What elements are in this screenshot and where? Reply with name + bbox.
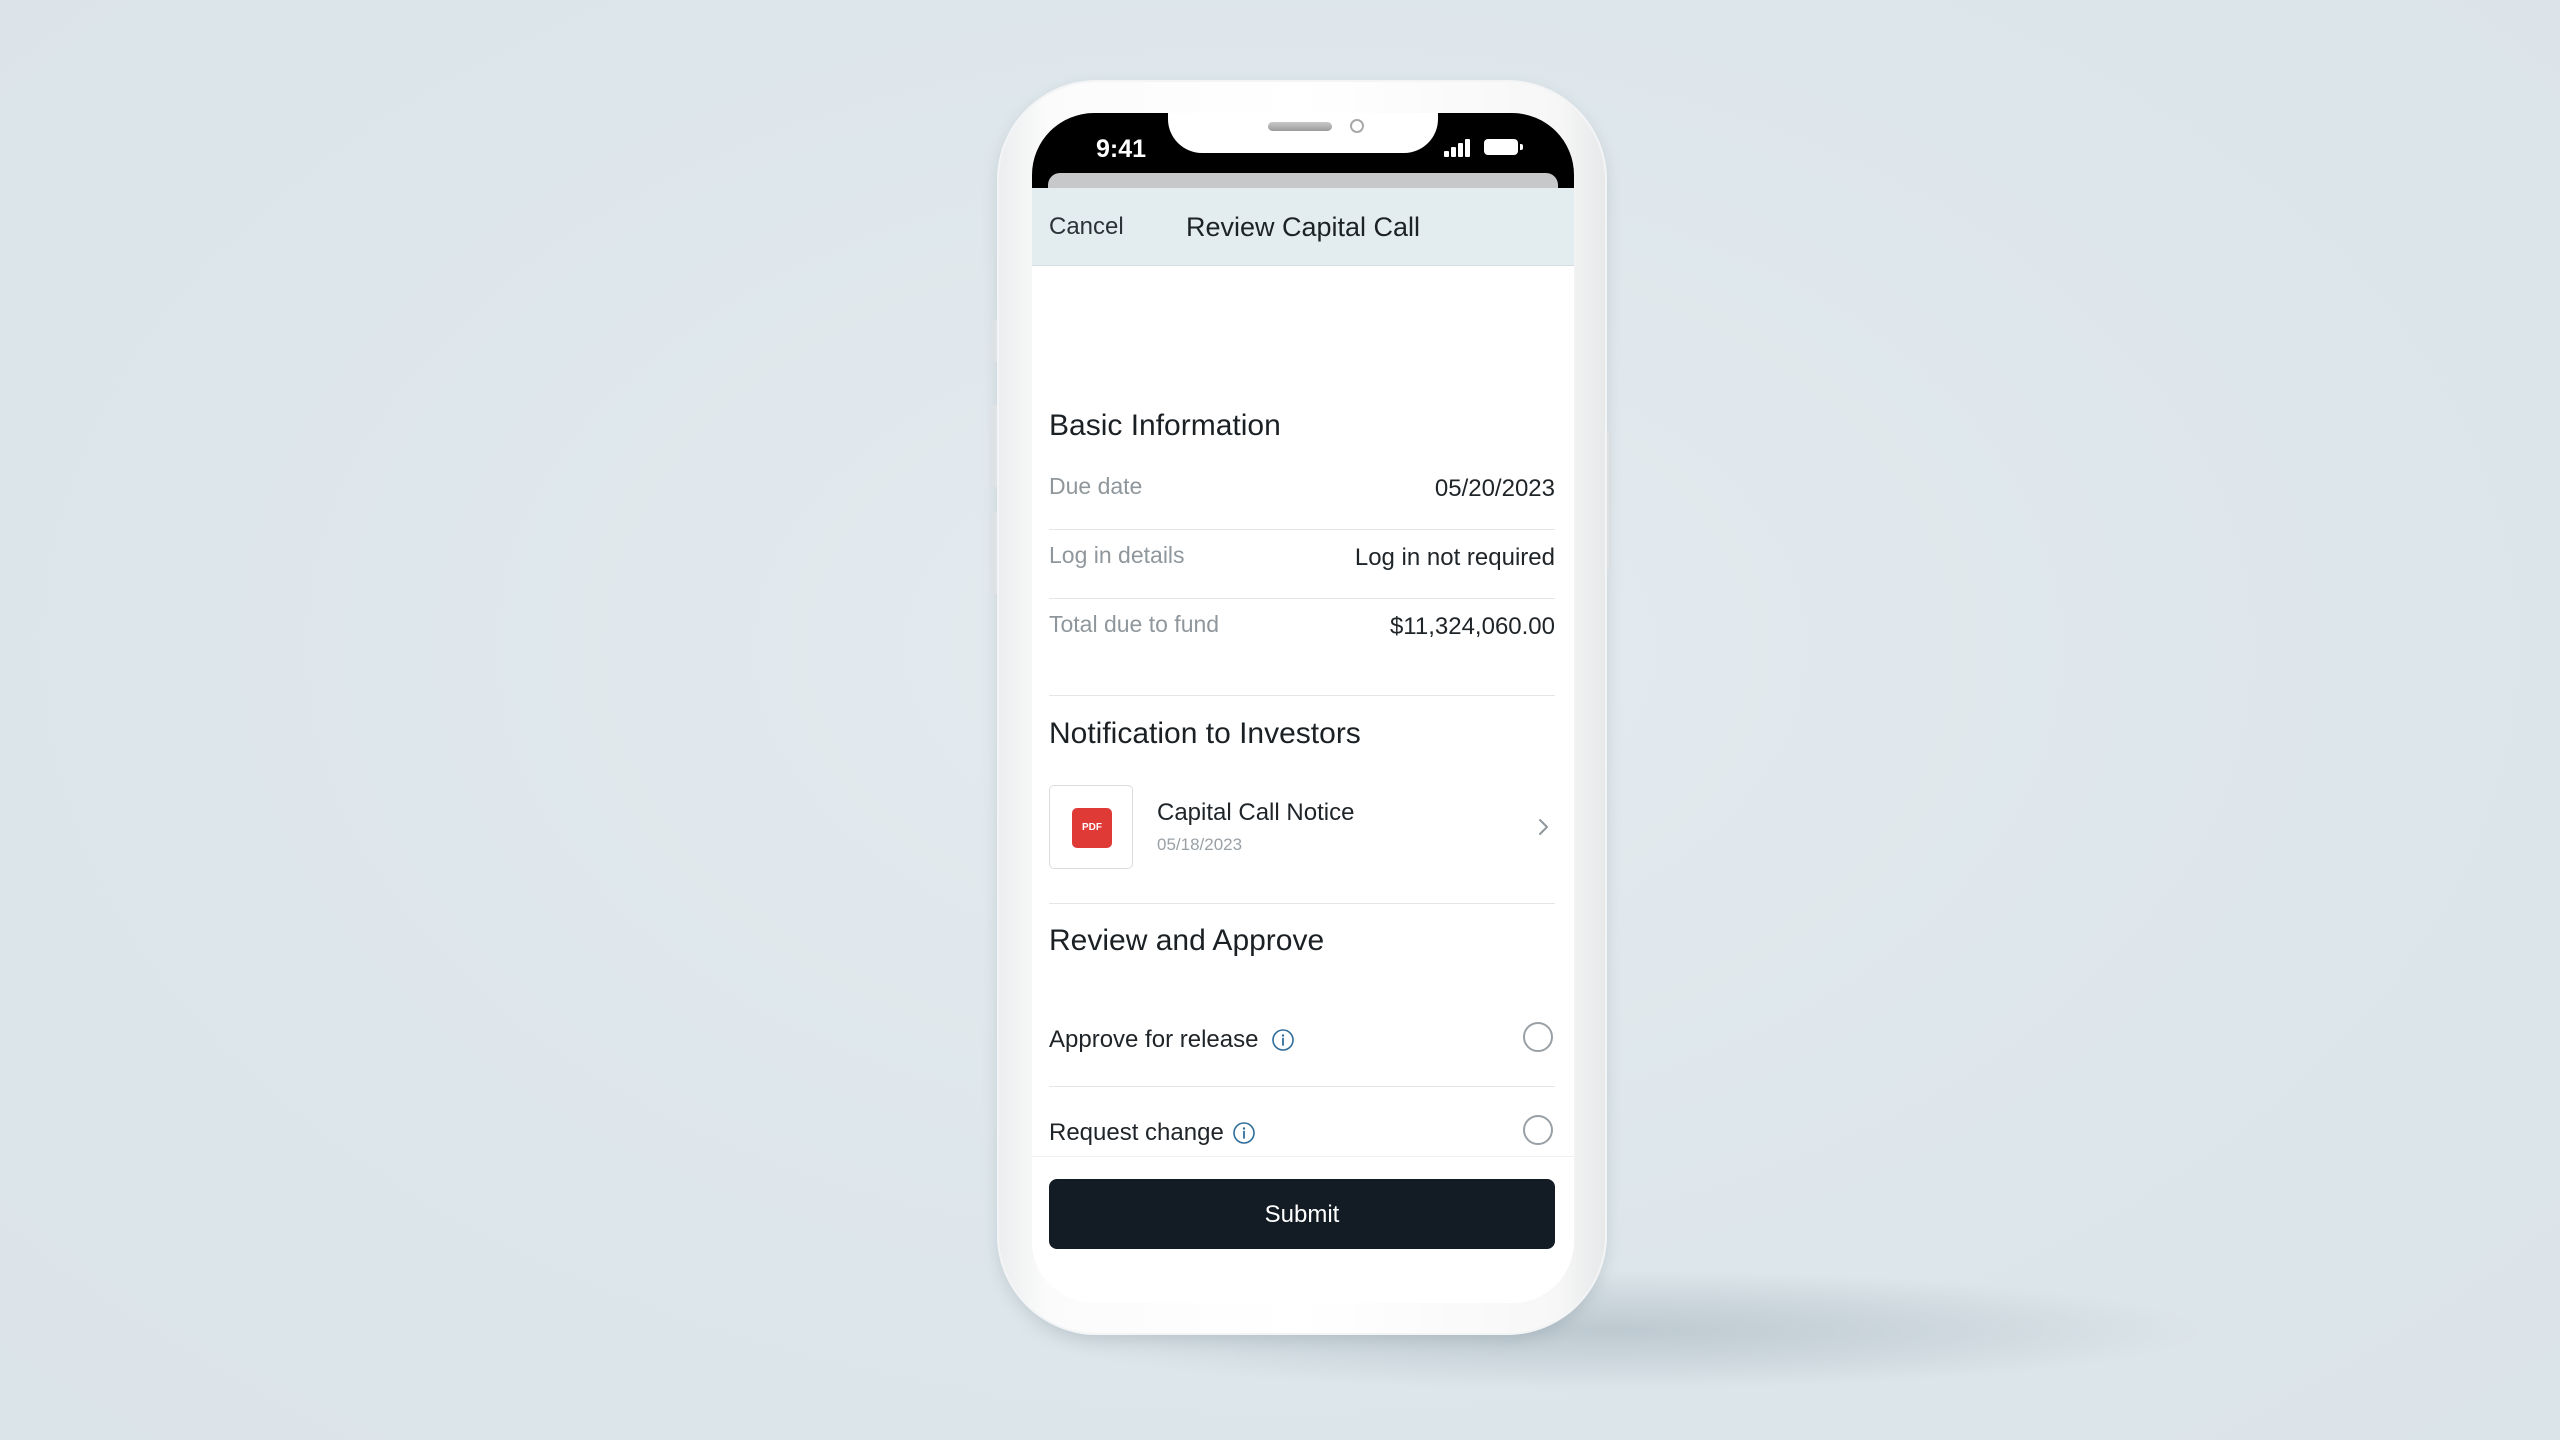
total-due-value: $11,324,060.00 (1389, 613, 1555, 640)
due-date-label: Due date (1049, 473, 1143, 499)
front-camera (1350, 119, 1364, 133)
approve-for-release-label: Approve for release (1049, 1026, 1259, 1053)
login-details-label: Log in details (1049, 542, 1185, 568)
pdf-file-icon: PDF (1072, 808, 1112, 848)
total-due-row: Total due to fund $11,324,060.00 (1049, 599, 1555, 667)
total-due-label: Total due to fund (1049, 611, 1220, 637)
status-bar: 9:41 (1032, 113, 1574, 193)
status-time: 9:41 (1096, 135, 1147, 163)
phone-screen: 9:41 Cancel Review Capital Call Basic In… (1032, 113, 1574, 1303)
notch (1168, 113, 1438, 153)
submit-button[interactable]: Submit (1049, 1179, 1555, 1249)
page-title: Review Capital Call (1185, 212, 1421, 242)
section-divider (1049, 695, 1555, 696)
cellular-signal-icon (1444, 139, 1474, 157)
document-name: Capital Call Notice (1157, 799, 1355, 826)
review-approve-heading: Review and Approve (1049, 924, 1325, 957)
document-date: 05/18/2023 (1157, 835, 1243, 854)
speaker-grille (1268, 122, 1332, 131)
bottom-action-bar: Submit (1032, 1156, 1574, 1303)
navigation-bar: Cancel Review Capital Call (1032, 188, 1574, 266)
info-icon[interactable] (1271, 1028, 1295, 1052)
login-details-value: Log in not required (1354, 544, 1555, 571)
battery-icon (1484, 139, 1518, 155)
section-divider (1049, 903, 1555, 904)
due-date-value: 05/20/2023 (1434, 475, 1555, 502)
approve-for-release-option[interactable]: Approve for release (1049, 992, 1555, 1087)
capital-call-notice-document[interactable]: PDF Capital Call Notice 05/18/2023 (1049, 785, 1555, 873)
document-thumbnail: PDF (1049, 785, 1133, 869)
notification-heading: Notification to Investors (1049, 717, 1361, 750)
request-change-radio[interactable] (1523, 1115, 1553, 1145)
request-change-label: Request change (1049, 1119, 1224, 1146)
approve-for-release-radio[interactable] (1523, 1022, 1553, 1052)
basic-information-heading: Basic Information (1049, 409, 1281, 442)
battery-tip (1520, 144, 1523, 150)
info-icon[interactable] (1232, 1121, 1256, 1145)
chevron-right-icon (1539, 819, 1548, 835)
due-date-row: Due date 05/20/2023 (1049, 461, 1555, 530)
login-details-row: Log in details Log in not required (1049, 530, 1555, 599)
